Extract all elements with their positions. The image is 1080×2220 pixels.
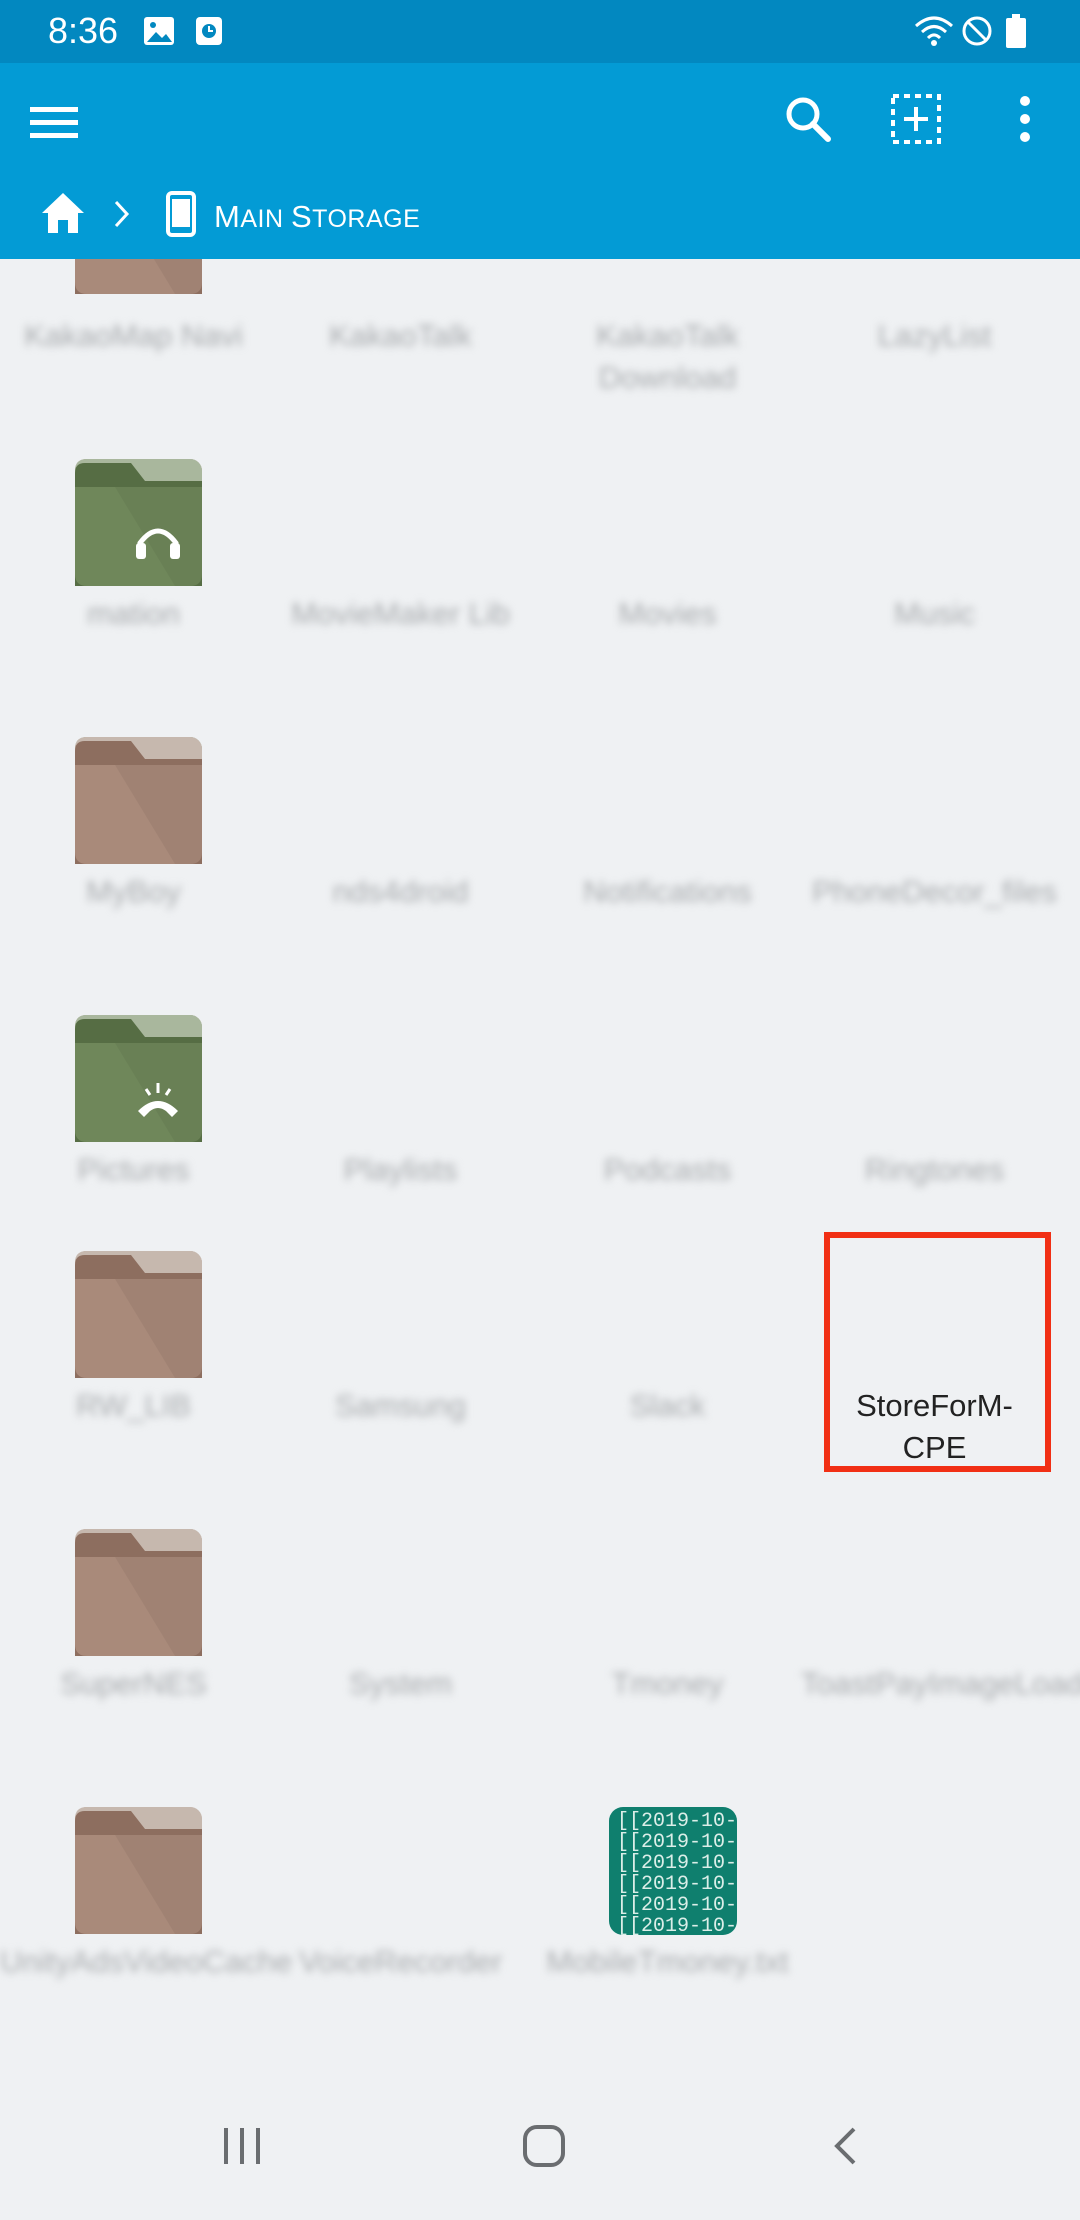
status-time: 8:36 bbox=[48, 10, 119, 51]
folder-label: nds4droid bbox=[332, 874, 469, 909]
folder-icon bbox=[75, 1251, 202, 1378]
folder-label: KakaoTalk Download bbox=[595, 318, 740, 395]
phone-storage-icon bbox=[166, 191, 196, 237]
folder-label: Samsung bbox=[335, 1388, 466, 1423]
folder-icon bbox=[75, 1529, 202, 1656]
folder-label: MyBoy bbox=[86, 874, 181, 909]
folder-label: Notifications bbox=[583, 874, 752, 909]
folder-icon bbox=[75, 1807, 202, 1934]
folder-label: KakaoTalk bbox=[328, 318, 473, 353]
selection-highlight bbox=[824, 1232, 1051, 1472]
ringtones-folder-icon bbox=[75, 1015, 202, 1142]
app-bar: MAIN STORAGE bbox=[0, 63, 1080, 259]
status-bar: 8:36 bbox=[0, 0, 1080, 63]
folder-label: RW_LIB bbox=[76, 1388, 191, 1423]
folder-label: MovieMaker Lib bbox=[291, 596, 510, 631]
file-grid: KakaoMap Navi KakaoTalk KakaoTalk Download… bbox=[0, 259, 1080, 2089]
home-icon[interactable] bbox=[40, 191, 86, 235]
folder-icon bbox=[75, 737, 202, 864]
folder-label: mation bbox=[86, 596, 181, 631]
select-add-icon[interactable] bbox=[890, 93, 942, 145]
do-not-disturb-icon bbox=[962, 16, 992, 46]
folder-label: ToastPayImageLoader bbox=[801, 1666, 1080, 1701]
wifi-icon bbox=[915, 16, 953, 46]
folder-label: Slack bbox=[629, 1388, 706, 1423]
clock-notification-icon bbox=[196, 17, 222, 45]
folder-label: Podcasts bbox=[603, 1152, 732, 1187]
folder-label: LazyList bbox=[877, 318, 992, 353]
folder-label: UnityAdsVideoCache bbox=[0, 1944, 293, 1979]
folder-label: Music bbox=[894, 596, 975, 631]
battery-icon bbox=[1006, 14, 1026, 48]
folder-label: PhoneDecor_files bbox=[812, 874, 1057, 909]
folder-label: System bbox=[348, 1666, 453, 1701]
folder-label: Movies bbox=[618, 596, 717, 631]
folder-label: SuperNES bbox=[60, 1666, 207, 1701]
recent-apps-icon[interactable] bbox=[220, 2126, 264, 2166]
file-label: MobileTmoney.txt bbox=[546, 1944, 789, 1979]
back-icon[interactable] bbox=[830, 2126, 860, 2166]
gallery-notification-icon bbox=[144, 17, 174, 45]
more-options-icon[interactable] bbox=[1010, 93, 1040, 145]
menu-icon[interactable] bbox=[28, 97, 80, 149]
system-nav-bar bbox=[0, 2090, 1080, 2220]
breadcrumb-main-storage[interactable]: MAIN STORAGE bbox=[214, 199, 420, 235]
folder-label: Tmoney bbox=[611, 1666, 724, 1701]
chevron-right-icon bbox=[114, 200, 130, 228]
folder-label: VoiceRecorder bbox=[298, 1944, 503, 1979]
music-folder-icon bbox=[75, 459, 202, 586]
text-file-thumbnail: [[2019-10- [[2019-10-09 [[2019-10-09 [[2… bbox=[609, 1807, 737, 1935]
folder-label: Playlists bbox=[343, 1152, 458, 1187]
folder-label: Ringtones bbox=[864, 1152, 1005, 1187]
folder-label: Pictures bbox=[77, 1152, 190, 1187]
search-icon[interactable] bbox=[782, 93, 834, 145]
folder-icon bbox=[75, 259, 202, 294]
folder-label: KakaoMap Navi bbox=[24, 318, 243, 353]
home-button-icon[interactable] bbox=[522, 2124, 566, 2168]
